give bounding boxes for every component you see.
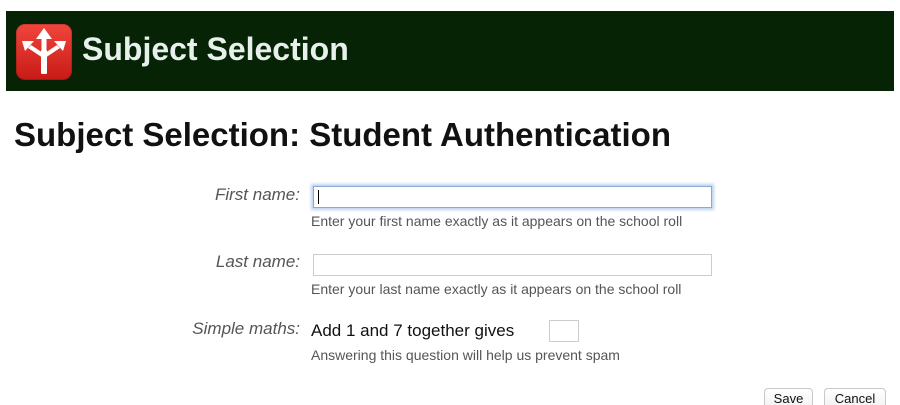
captcha-answer-field[interactable]: [549, 320, 579, 342]
page-title: Subject Selection: Student Authenticatio…: [14, 116, 671, 153]
captcha-label: Simple maths:: [192, 319, 300, 338]
last-name-label: Last name:: [215, 252, 300, 271]
first-name-field[interactable]: [313, 186, 712, 208]
app-header: Subject Selection: [6, 11, 894, 91]
text-cursor: [318, 190, 319, 204]
page: Subject Selection Subject Selection: Stu…: [0, 0, 900, 405]
app-title: Subject Selection: [82, 31, 349, 67]
save-button[interactable]: Save: [764, 388, 813, 405]
captcha-question: Add 1 and 7 together gives: [311, 321, 515, 340]
captcha-help: Answering this question will help us pre…: [311, 347, 620, 363]
arrow-split-icon: [16, 24, 72, 80]
first-name-help: Enter your first name exactly as it appe…: [311, 213, 683, 229]
last-name-help: Enter your last name exactly as it appea…: [311, 281, 682, 297]
first-name-label: First name:: [214, 185, 300, 204]
last-name-field[interactable]: [313, 254, 712, 276]
cancel-button[interactable]: Cancel: [824, 388, 886, 405]
